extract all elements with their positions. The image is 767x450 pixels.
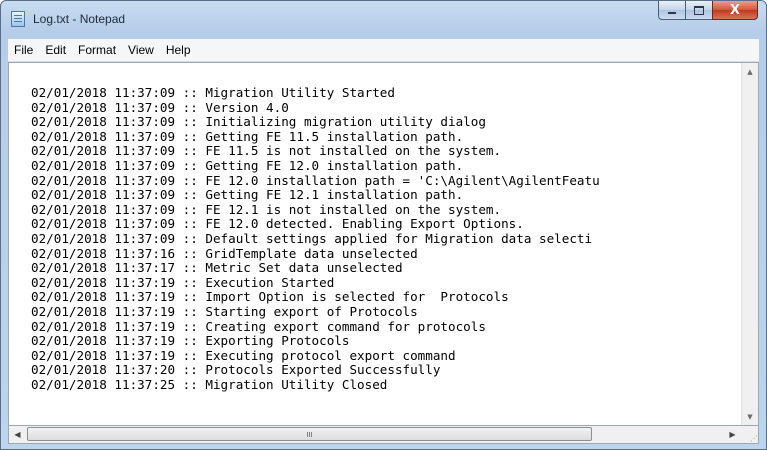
log-line: 02/01/2018 11:37:19 :: Import Option is … xyxy=(31,289,509,305)
minimize-icon xyxy=(668,12,676,14)
log-line: 02/01/2018 11:37:16 :: GridTemplate data… xyxy=(31,245,418,261)
scroll-thumb[interactable]: III xyxy=(27,427,592,441)
log-line: 02/01/2018 11:37:19 :: Exporting Protoco… xyxy=(31,333,350,349)
log-line: 02/01/2018 11:37:20 :: Protocols Exporte… xyxy=(31,362,441,378)
chevron-down-icon[interactable]: ▼ xyxy=(742,408,758,425)
log-line: 02/01/2018 11:37:09 :: Default settings … xyxy=(31,230,593,246)
log-text-area[interactable]: 02/01/2018 11:37:09 :: Migration Utility… xyxy=(9,63,741,425)
text-editor[interactable]: 02/01/2018 11:37:09 :: Migration Utility… xyxy=(8,62,759,426)
maximize-button[interactable] xyxy=(685,1,712,20)
grip-icon: III xyxy=(306,431,313,439)
chevron-up-icon[interactable]: ▲ xyxy=(742,63,758,80)
menu-view[interactable]: View xyxy=(122,43,160,57)
menu-format[interactable]: Format xyxy=(72,43,122,57)
horizontal-scrollbar[interactable]: ◀ III ▶ ⋰ xyxy=(8,426,759,444)
log-line: 02/01/2018 11:37:09 :: Getting FE 12.1 i… xyxy=(31,187,464,203)
window-title: Log.txt - Notepad xyxy=(33,12,126,26)
log-line: 02/01/2018 11:37:09 :: Getting FE 11.5 i… xyxy=(31,128,464,144)
log-line: 02/01/2018 11:37:09 :: Migration Utility… xyxy=(31,85,395,100)
log-line: 02/01/2018 11:37:19 :: Execution Started xyxy=(31,274,335,290)
menu-help[interactable]: Help xyxy=(160,43,197,57)
resize-grip-icon[interactable]: ⋰ xyxy=(741,426,758,443)
close-icon: X xyxy=(729,2,741,18)
log-line: 02/01/2018 11:37:17 :: Metric Set data u… xyxy=(31,260,403,276)
log-line: 02/01/2018 11:37:09 :: Version 4.0 xyxy=(31,99,289,115)
log-line: 02/01/2018 11:37:09 :: Getting FE 12.0 i… xyxy=(31,157,464,173)
close-button[interactable]: X xyxy=(712,1,758,20)
log-line: 02/01/2018 11:37:19 :: Starting export o… xyxy=(31,303,418,319)
log-line: 02/01/2018 11:37:19 :: Executing protoco… xyxy=(31,347,456,363)
notepad-icon[interactable] xyxy=(11,11,25,27)
log-line: 02/01/2018 11:37:09 :: FE 12.0 installat… xyxy=(31,172,600,188)
log-line: 02/01/2018 11:37:25 :: Migration Utility… xyxy=(31,376,388,392)
maximize-icon xyxy=(694,5,704,15)
menu-bar: File Edit Format View Help xyxy=(8,39,759,62)
menu-edit[interactable]: Edit xyxy=(39,43,72,57)
minimize-button[interactable] xyxy=(658,1,685,20)
log-line: 02/01/2018 11:37:19 :: Creating export c… xyxy=(31,318,486,334)
vertical-scrollbar[interactable]: ▲ ▼ xyxy=(741,63,758,425)
caption-buttons: X xyxy=(658,1,758,21)
menu-file[interactable]: File xyxy=(8,43,39,57)
chevron-left-icon[interactable]: ◀ xyxy=(9,426,26,443)
log-line: 02/01/2018 11:37:09 :: FE 11.5 is not in… xyxy=(31,143,502,159)
title-bar[interactable]: Log.txt - Notepad X xyxy=(1,1,766,39)
log-line: 02/01/2018 11:37:09 :: FE 12.0 detected.… xyxy=(31,216,524,232)
log-line: 02/01/2018 11:37:09 :: FE 12.1 is not in… xyxy=(31,201,502,217)
chevron-right-icon[interactable]: ▶ xyxy=(724,426,741,443)
notepad-window: Log.txt - Notepad X File Edit Format Vie… xyxy=(0,0,767,450)
log-line: 02/01/2018 11:37:09 :: Initializing migr… xyxy=(31,114,486,130)
